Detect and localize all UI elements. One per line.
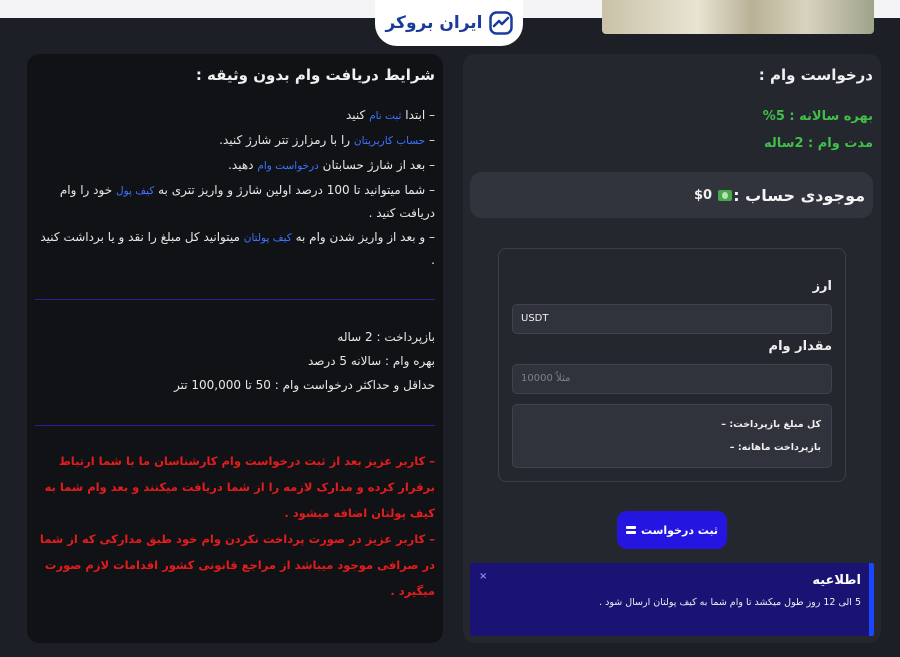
submit-request-button[interactable]: ثبت درخواست xyxy=(617,511,727,549)
warning-text-2: – کاربر عزیز در صورت پرداخت نکردن وام خو… xyxy=(39,532,435,598)
balance-value-wrap: $0 xyxy=(694,187,733,203)
annual-rate: بهره سالانه : 5% xyxy=(762,109,873,124)
loan-request-title: درخواست وام : xyxy=(758,66,873,84)
amount-input[interactable]: مثلاً 10000 xyxy=(512,364,832,394)
account-balance-box: موجودی حساب : $0 xyxy=(470,172,873,218)
balance-value: $0 xyxy=(694,187,713,203)
warning-text-1: – کاربر عزیز بعد از ثبت درخواست وام کارش… xyxy=(44,454,435,520)
step-2: – حساب کاربریتان را با رمزارز تتر شارژ ک… xyxy=(219,133,435,147)
loan-conditions-panel: شرایط دریافت وام بدون وثیقه : – ابتدا ثب… xyxy=(27,54,443,643)
loan-request-panel: درخواست وام : بهره سالانه : 5% مدت وام :… xyxy=(463,54,881,643)
coins-icon xyxy=(625,525,636,535)
currency-label: ارز xyxy=(812,279,832,294)
repayment-info: بازپرداخت : 2 ساله xyxy=(337,330,435,344)
chart-trend-icon xyxy=(488,11,513,35)
your-wallet-link[interactable]: کیف پولتان xyxy=(244,232,292,244)
signup-link[interactable]: ثبت نام xyxy=(369,110,401,122)
balance-label: موجودی حساب : xyxy=(733,185,865,205)
step-4: – شما میتوانید تا 100 درصد اولین شارژ و … xyxy=(59,183,435,220)
loan-term: مدت وام : 2ساله xyxy=(764,136,873,151)
step-5: – و بعد از واریز شدن وام به کیف پولتان م… xyxy=(40,230,435,267)
close-icon[interactable]: × xyxy=(479,571,487,582)
notice-title: اطلاعیه xyxy=(812,573,861,588)
divider xyxy=(35,299,435,300)
min-max-info: حداقل و حداکثر درخواست وام : 50 تا 100,0… xyxy=(173,378,435,392)
total-repayment: کل مبلغ بازپرداخت: – xyxy=(721,419,821,430)
account-link[interactable]: حساب کاربریتان xyxy=(354,135,425,147)
banner-image xyxy=(602,0,874,34)
divider xyxy=(35,425,435,426)
wallet-link[interactable]: کیف پول xyxy=(116,185,154,197)
logo-text: ایران بروکر xyxy=(385,13,483,33)
conditions-title: شرایط دریافت وام بدون وثیقه : xyxy=(195,66,435,84)
loan-form: ارز USDT مقدار وام مثلاً 10000 کل مبلغ ب… xyxy=(498,248,846,482)
notice-text: 5 الی 12 روز طول میکشد تا وام شما به کیف… xyxy=(599,597,861,608)
money-icon xyxy=(718,189,733,201)
monthly-repayment: بازپرداخت ماهانه: – xyxy=(729,442,821,453)
notice-box: اطلاعیه 5 الی 12 روز طول میکشد تا وام شم… xyxy=(470,563,874,636)
site-logo[interactable]: ایران بروکر xyxy=(375,0,523,46)
loan-request-link[interactable]: درخواست وام xyxy=(257,160,319,172)
interest-info: بهره وام : سالانه 5 درصد xyxy=(307,354,435,368)
amount-label: مقدار وام xyxy=(768,339,832,354)
step-3: – بعد از شارژ حسابتان درخواست وام دهید. xyxy=(228,158,435,172)
step-1: – ابتدا ثبت نام کنید xyxy=(345,108,435,122)
currency-select[interactable]: USDT xyxy=(512,304,832,334)
repayment-summary: کل مبلغ بازپرداخت: – بازپرداخت ماهانه: – xyxy=(512,404,832,468)
